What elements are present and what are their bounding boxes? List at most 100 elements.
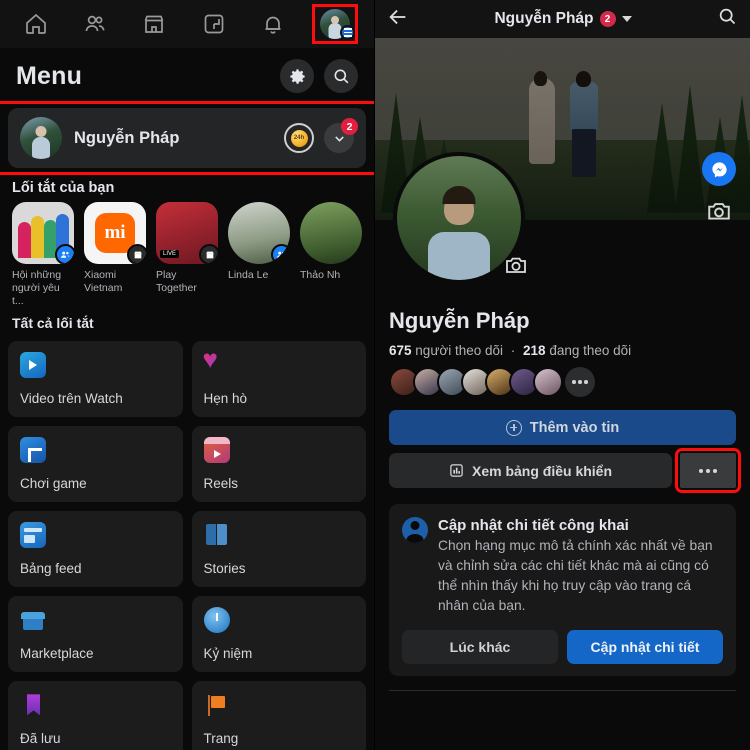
- menu-tile-dating[interactable]: Hẹn hò: [191, 341, 366, 418]
- saved-bookmark-icon: [20, 692, 46, 718]
- friend-avatar[interactable]: [533, 367, 563, 397]
- profile-name: Nguyễn Pháp: [389, 308, 530, 333]
- shortcut-label: Play Together: [156, 269, 197, 294]
- card-text: Chọn hạng mục mô tả chính xác nhất về bạ…: [438, 538, 713, 614]
- page-title: Menu: [16, 61, 83, 90]
- gear-icon[interactable]: [280, 59, 314, 93]
- menu-tile-stories[interactable]: Stories: [191, 511, 366, 588]
- home-icon[interactable]: [19, 7, 53, 41]
- tile-label: Marketplace: [20, 646, 94, 662]
- profile-person-icon: [402, 517, 428, 543]
- tile-label: Reels: [203, 476, 239, 492]
- shortcut-thumbnail: LIVE: [156, 202, 218, 264]
- shortcut-label: Hội những người yêu t...: [12, 269, 62, 307]
- menu-tile-reels[interactable]: Reels: [191, 426, 366, 503]
- menu-tile-pages[interactable]: Trang: [191, 681, 366, 750]
- dashboard-bars-icon: [450, 464, 463, 477]
- menu-header: Menu: [0, 48, 374, 104]
- menu-tile-gaming[interactable]: Chơi game: [8, 426, 183, 503]
- more-dots-icon[interactable]: [565, 367, 595, 397]
- page-badge-icon: [199, 244, 218, 264]
- search-icon[interactable]: [717, 6, 738, 32]
- menu-avatar-button[interactable]: [312, 4, 359, 44]
- top-navigation-bar: [0, 0, 374, 48]
- left-pane-menu: Menu Nguyễn Pháp 24h 2 Lối tắt của bạn H…: [0, 0, 375, 750]
- friends-avatar-row[interactable]: [389, 367, 736, 397]
- avatar: [20, 117, 62, 159]
- add-to-story-button[interactable]: Thêm vào tin: [389, 410, 736, 445]
- tile-label: Stories: [203, 561, 246, 577]
- profile-topbar: Nguyễn Pháp 2: [375, 0, 750, 38]
- reels-icon: [203, 437, 230, 464]
- avatar-camera-icon[interactable]: [503, 252, 529, 278]
- avatar-hair: [442, 185, 476, 204]
- notification-count-badge: 2: [341, 118, 358, 135]
- group-badge-icon: [55, 244, 74, 264]
- profile-row-actions: 24h 2: [284, 118, 358, 153]
- hamburger-badge-icon: [340, 25, 356, 40]
- menu-header-actions: [280, 59, 358, 93]
- shortcut-thumbnail: mi: [84, 202, 146, 264]
- tile-label: Đã lưu: [20, 731, 61, 747]
- view-dashboard-label: Xem bảng điều khiển: [471, 462, 613, 479]
- menu-tile-memories[interactable]: Kỷ niệm: [191, 596, 366, 673]
- profile-topbar-title[interactable]: Nguyễn Pháp 2: [409, 10, 717, 28]
- notifications-icon[interactable]: [256, 7, 290, 41]
- following-count: 218: [523, 343, 546, 358]
- stories-icon: [204, 522, 230, 548]
- profile-stats: 675 người theo dõi · 218 đang theo dõi: [389, 343, 736, 358]
- shortcut-item[interactable]: Linda Le: [228, 202, 290, 307]
- page-badge-icon: [127, 244, 146, 264]
- topbar-title-badge: 2: [599, 11, 616, 27]
- chevron-down-icon[interactable]: [621, 16, 632, 22]
- shortcut-item[interactable]: Thảo Nh: [300, 202, 362, 307]
- shortcut-thumbnail: [300, 202, 362, 264]
- back-arrow-icon[interactable]: [387, 6, 409, 33]
- shortcut-thumbnail: [12, 202, 74, 264]
- shortcut-item[interactable]: mi Xiaomi Vietnam: [84, 202, 146, 307]
- all-shortcuts-title: Tất cả lối tắt: [12, 315, 94, 332]
- expand-profiles-button[interactable]: 2: [324, 118, 358, 153]
- view-dashboard-button[interactable]: Xem bảng điều khiển: [389, 453, 672, 488]
- marketplace-icon[interactable]: [137, 7, 171, 41]
- menu-tile-marketplace[interactable]: Marketplace: [8, 596, 183, 673]
- pages-flag-icon: [204, 692, 230, 718]
- shortcuts-section-title: Lối tắt của bạn: [12, 180, 115, 196]
- update-details-card: Cập nhật chi tiết công khai Chọn hạng mụ…: [389, 504, 736, 676]
- add-to-story-label: Thêm vào tin: [529, 419, 620, 436]
- menu-tile-saved[interactable]: Đã lưu: [8, 681, 183, 750]
- messenger-chat-icon[interactable]: [702, 152, 736, 186]
- menu-tile-feeds[interactable]: Bảng feed: [8, 511, 183, 588]
- search-icon[interactable]: [324, 59, 358, 93]
- profile-name: Nguyễn Pháp: [74, 128, 180, 147]
- shortcuts-list[interactable]: Hội những người yêu t... mi Xiaomi Vietn…: [0, 202, 374, 307]
- friends-icon[interactable]: [78, 7, 112, 41]
- shortcut-label: Thảo Nh: [300, 269, 341, 281]
- shortcut-item[interactable]: LIVE Play Together: [156, 202, 218, 307]
- watch-icon: [20, 352, 46, 379]
- app-screen: Menu Nguyễn Pháp 24h 2 Lối tắt của bạn H…: [0, 0, 750, 750]
- cover-camera-icon[interactable]: [706, 198, 732, 224]
- profile-more-options-button[interactable]: [675, 448, 741, 493]
- profile-switcher-row[interactable]: Nguyễn Pháp 24h 2: [0, 101, 374, 175]
- menu-tiles-grid: Video trên Watch Hẹn hò Chơi game Reels …: [0, 337, 374, 750]
- shortcut-item[interactable]: Hội những người yêu t...: [12, 202, 74, 307]
- right-pane-profile: Nguyễn Pháp 2 Nguyễn Pháp 675 người theo…: [375, 0, 750, 750]
- profile-body: Nguyễn Pháp 675 người theo dõi · 218 đan…: [375, 300, 750, 750]
- followers-label: người theo dõi: [415, 343, 503, 358]
- dating-heart-icon: [203, 344, 230, 378]
- later-button[interactable]: Lúc khác: [402, 629, 558, 664]
- following-label: đang theo dõi: [549, 343, 632, 358]
- gaming-icon: [20, 437, 46, 464]
- gaming-icon[interactable]: [197, 7, 231, 41]
- profile-row[interactable]: Nguyễn Pháp 24h 2: [8, 108, 366, 168]
- topbar-title-text: Nguyễn Pháp: [494, 10, 594, 27]
- shortcut-thumbnail: [228, 202, 290, 264]
- update-details-button[interactable]: Cập nhật chi tiết: [567, 629, 723, 664]
- tile-label: Chơi game: [20, 476, 87, 492]
- followers-count: 675: [389, 343, 412, 358]
- menu-tile-video-watch[interactable]: Video trên Watch: [8, 341, 183, 418]
- card-actions: Lúc khác Cập nhật chi tiết: [402, 629, 723, 664]
- story-refresh-icon[interactable]: 24h: [284, 123, 314, 153]
- tile-label: Hẹn hò: [203, 391, 248, 407]
